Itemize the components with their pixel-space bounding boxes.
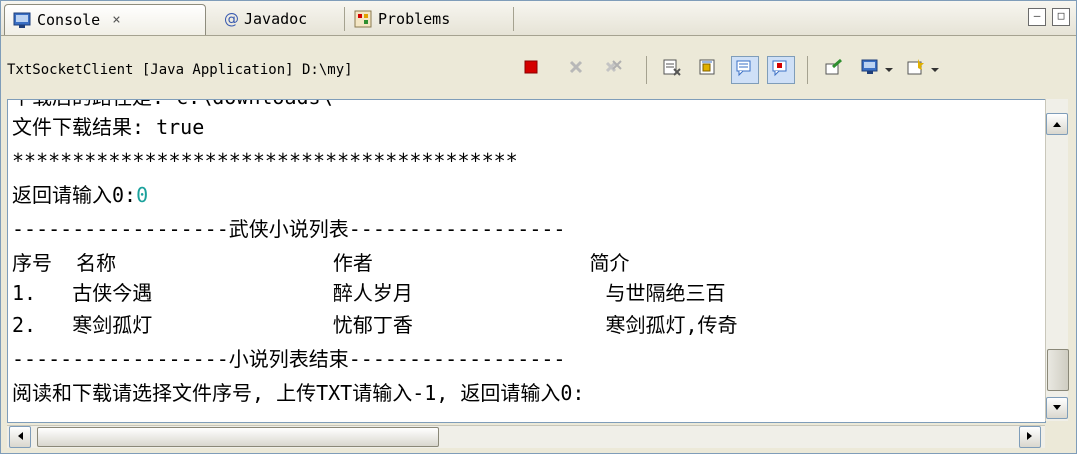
open-console-button[interactable] [903, 56, 929, 82]
minimize-icon[interactable]: – [1028, 8, 1046, 26]
terminate-button[interactable] [518, 56, 544, 82]
clear-console-icon [662, 58, 682, 80]
console-line: 序号 名称 作者 简介 [12, 251, 630, 275]
display-console-dropdown[interactable] [881, 56, 897, 82]
remove-launch-button[interactable] [563, 56, 589, 82]
vertical-scroll-thumb[interactable] [1047, 349, 1069, 391]
console-line: 文件下载结果: true [12, 115, 205, 139]
console-icon [13, 11, 31, 29]
console-line: ****************************************… [12, 149, 518, 173]
view-window-controls: – □ [1028, 8, 1070, 26]
console-view: Console × @ Javadoc Problems – □ TxtSock… [0, 0, 1077, 454]
arrow-down-icon [1052, 401, 1062, 415]
scroll-lock-icon [698, 58, 718, 80]
toolbar-divider [646, 56, 647, 84]
horizontal-scrollbar[interactable] [7, 425, 1045, 448]
arrow-left-icon [16, 430, 24, 444]
pin-console-button[interactable] [821, 56, 847, 82]
toolbar-divider [807, 56, 808, 84]
svg-text:@: @ [224, 10, 239, 28]
scroll-right-button[interactable] [1019, 426, 1041, 448]
remove-all-button[interactable] [601, 56, 627, 82]
chevron-down-icon [884, 60, 894, 79]
console-output[interactable]: 下载后的路径是: c:\downloads\ 文件下载结果: true ****… [7, 99, 1046, 423]
maximize-icon[interactable]: □ [1052, 8, 1070, 26]
console-line: ------------------小说列表结束----------------… [12, 347, 566, 371]
remove-icon [567, 58, 585, 80]
scroll-lock-button[interactable] [695, 56, 721, 82]
tab-problems[interactable]: Problems [346, 4, 511, 34]
tab-divider [344, 7, 345, 31]
show-output-icon [735, 59, 755, 81]
display-console-button[interactable] [857, 56, 883, 82]
tab-problems-label: Problems [378, 10, 451, 28]
console-line: 1. 古侠今遇 醉人岁月 与世隔绝三百 [12, 281, 726, 305]
console-line: 2. 寒剑孤灯 忧郁丁香 寒剑孤灯,传奇 [12, 313, 738, 337]
show-error-icon [771, 59, 791, 81]
javadoc-icon: @ [224, 10, 239, 28]
arrow-right-icon [1026, 430, 1034, 444]
console-line: 下载后的路径是: c:\downloads\ [12, 100, 333, 112]
tab-divider [513, 7, 514, 31]
console-line: 阅读和下载请选择文件序号, 上传TXT请输入-1, 返回请输入0: [12, 381, 585, 405]
show-console-stderr-button[interactable] [767, 56, 795, 84]
monitor-icon [860, 58, 880, 80]
tab-javadoc-label: Javadoc [244, 10, 308, 28]
console-line: ------------------武侠小说列表----------------… [12, 217, 566, 241]
tab-console-label: Console [37, 11, 101, 29]
console-toolbar: TxtSocketClient [Java Application] D:\my… [1, 36, 1076, 98]
scroll-left-button[interactable] [9, 426, 31, 448]
console-prompt: 返回请输入0: [12, 183, 137, 207]
show-console-stdout-button[interactable] [731, 56, 759, 84]
tab-javadoc[interactable]: @ Javadoc [206, 4, 346, 34]
new-console-icon [906, 58, 926, 80]
arrow-up-icon [1052, 117, 1062, 131]
scroll-down-button[interactable] [1046, 397, 1068, 419]
vertical-scrollbar[interactable] [1045, 99, 1069, 421]
open-console-dropdown[interactable] [927, 56, 943, 82]
horizontal-scroll-thumb[interactable] [37, 427, 439, 447]
scroll-up-button[interactable] [1046, 113, 1068, 135]
view-tab-bar: Console × @ Javadoc Problems – □ [1, 1, 1076, 36]
pin-icon [824, 58, 844, 80]
console-line: 返回请输入0:0 [12, 180, 148, 210]
process-label: TxtSocketClient [Java Application] D:\my… [7, 62, 353, 78]
close-icon[interactable]: × [112, 12, 120, 28]
problems-icon [354, 10, 372, 28]
terminate-icon [523, 59, 539, 79]
tab-console[interactable]: Console × [4, 4, 206, 35]
clear-console-button[interactable] [659, 56, 685, 82]
chevron-down-icon [930, 60, 940, 79]
user-input-text: 0 [136, 183, 149, 207]
remove-all-icon [604, 58, 624, 80]
